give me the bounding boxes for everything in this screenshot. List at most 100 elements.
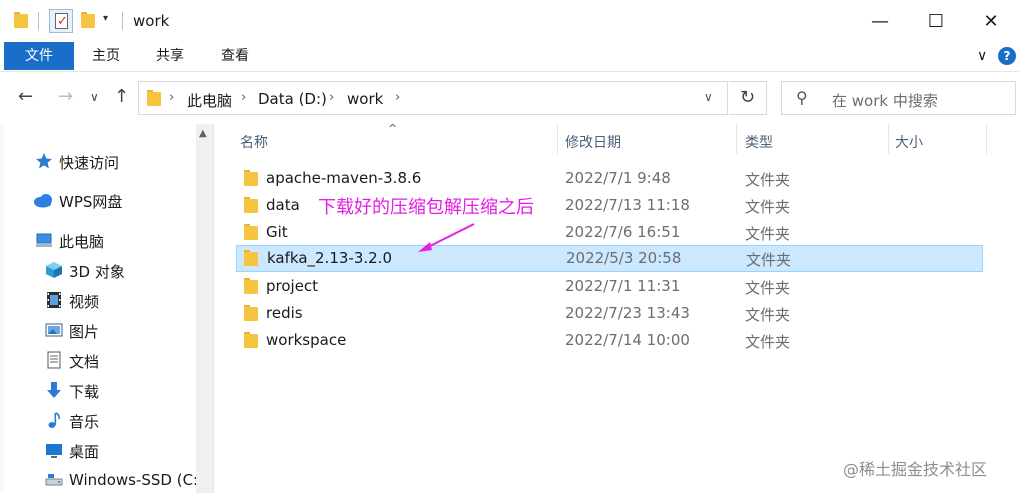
sidebar-item-label: WPS网盘 [59, 193, 123, 211]
sidebar-item-music[interactable]: 音乐 [4, 406, 194, 434]
sort-ascending-icon: ^ [388, 122, 398, 135]
computer-icon [36, 233, 52, 247]
folder-icon [14, 12, 28, 28]
file-name: redis [266, 304, 303, 322]
tab-share[interactable]: 共享 [142, 42, 198, 70]
list-item[interactable]: redis 2022/7/23 13:43 文件夹 [236, 300, 983, 327]
address-dropdown-icon[interactable]: ∨ [704, 90, 713, 104]
address-bar[interactable]: › 此电脑 › Data (D:) › work › ∨ [138, 81, 728, 115]
folder-icon [147, 90, 161, 106]
search-input[interactable]: 在 work 中搜索 [832, 90, 938, 111]
navigation-bar: ← → ∨ ↑ › 此电脑 › Data (D:) › work › ∨ ↻ ⚲… [0, 72, 1019, 124]
ribbon-tabs: 文件 主页 共享 查看 ∨ ? [0, 42, 1019, 72]
sidebar-item-desktop[interactable]: 桌面 [4, 436, 194, 464]
help-icon[interactable]: ? [998, 47, 1016, 65]
sidebar-item-videos[interactable]: 视频 [4, 286, 194, 314]
folder-icon [244, 224, 258, 240]
up-button[interactable]: ↑ [114, 86, 129, 107]
properties-icon[interactable]: ✓ [49, 9, 73, 33]
file-type: 文件夹 [745, 198, 791, 216]
back-button[interactable]: ← [18, 86, 33, 107]
file-modified: 2022/7/23 13:43 [565, 304, 690, 322]
sidebar-item-label: Windows-SSD (C: [69, 471, 199, 489]
column-separator[interactable] [888, 124, 889, 154]
video-icon [47, 292, 61, 308]
list-item[interactable]: apache-maven-3.8.6 2022/7/1 9:48 文件夹 [236, 165, 983, 192]
list-item[interactable]: Git 2022/7/6 16:51 文件夹 [236, 219, 983, 246]
sidebar-item-label: 快速访问 [59, 154, 120, 172]
refresh-button[interactable]: ↻ [729, 81, 767, 115]
folder-icon [244, 332, 258, 348]
annotation-text: 下载好的压缩包解压缩之后 [318, 197, 534, 218]
column-name[interactable]: 名称 [240, 132, 268, 152]
column-modified[interactable]: 修改日期 [565, 132, 621, 152]
file-name: workspace [266, 331, 347, 349]
chevron-right-icon[interactable]: › [329, 90, 334, 105]
column-separator[interactable] [736, 124, 737, 154]
tab-file[interactable]: 文件 [4, 42, 74, 70]
sidebar-item-3d-objects[interactable]: 3D 对象 [4, 256, 194, 284]
sidebar-item-downloads[interactable]: 下载 [4, 376, 194, 404]
search-box[interactable]: ⚲ 在 work 中搜索 [781, 81, 1016, 115]
column-separator[interactable] [986, 124, 987, 154]
folder-icon [244, 250, 258, 266]
music-icon [48, 412, 60, 428]
cloud-icon [34, 194, 52, 208]
file-name: data [266, 196, 300, 214]
sidebar-item-label: 图片 [69, 323, 100, 341]
window-title: work [133, 12, 170, 30]
file-type: 文件夹 [746, 251, 792, 269]
file-type: 文件夹 [745, 279, 791, 297]
sidebar-item-label: 文档 [69, 353, 100, 371]
customize-toolbar-dropdown[interactable]: ▾ [103, 13, 108, 24]
chevron-right-icon[interactable]: › [169, 90, 174, 105]
list-item[interactable]: workspace 2022/7/14 10:00 文件夹 [236, 327, 983, 354]
sidebar-item-quick-access[interactable]: 快速访问 [4, 147, 194, 175]
recent-locations-button[interactable]: ∨ [90, 90, 99, 104]
breadcrumb-work[interactable]: work [347, 90, 383, 108]
new-folder-icon[interactable] [81, 12, 95, 28]
forward-button[interactable]: → [58, 86, 73, 107]
sidebar-item-documents[interactable]: 文档 [4, 346, 194, 374]
tab-view[interactable]: 查看 [207, 42, 263, 70]
list-item[interactable]: project 2022/7/1 11:31 文件夹 [236, 273, 983, 300]
file-modified: 2022/7/6 16:51 [565, 223, 681, 241]
expand-ribbon-icon[interactable]: ∨ [977, 48, 987, 64]
file-type: 文件夹 [745, 333, 791, 351]
nav-pane-scrollbar[interactable]: ▲ [196, 124, 213, 493]
sidebar-item-label: 视频 [69, 293, 100, 311]
tab-home[interactable]: 主页 [78, 42, 134, 70]
column-size[interactable]: 大小 [895, 132, 923, 152]
scroll-up-icon[interactable]: ▲ [199, 128, 207, 139]
title-bar: ✓ ▾ work — ☐ ✕ [0, 0, 1019, 42]
list-item-selected[interactable]: kafka_2.13-3.2.0 2022/5/3 20:58 文件夹 [236, 245, 983, 272]
file-name: kafka_2.13-3.2.0 [267, 249, 392, 267]
desktop-icon [46, 444, 62, 458]
search-icon: ⚲ [796, 88, 808, 107]
file-type: 文件夹 [745, 306, 791, 324]
file-modified: 2022/7/1 9:48 [565, 169, 671, 187]
minimize-button[interactable]: — [852, 0, 908, 42]
chevron-right-icon[interactable]: › [241, 90, 246, 105]
breadcrumb-this-pc[interactable]: 此电脑 [187, 90, 232, 111]
sidebar-item-wps-cloud[interactable]: WPS网盘 [4, 186, 194, 214]
pane-divider[interactable] [213, 124, 214, 493]
maximize-button[interactable]: ☐ [908, 0, 964, 42]
chevron-right-icon[interactable]: › [395, 90, 400, 105]
close-button[interactable]: ✕ [963, 0, 1019, 42]
sidebar-item-pictures[interactable]: 图片 [4, 316, 194, 344]
file-modified: 2022/7/1 11:31 [565, 277, 681, 295]
column-separator[interactable] [557, 124, 558, 154]
cube-icon [46, 262, 62, 278]
file-name: apache-maven-3.8.6 [266, 169, 422, 187]
folder-icon [244, 170, 258, 186]
navigation-pane: 快速访问 WPS网盘 此电脑 3D 对象 视频 图片 文档 下载 音乐 桌面 W… [4, 124, 213, 493]
sidebar-item-windows-ssd[interactable]: Windows-SSD (C: [4, 466, 198, 493]
column-type[interactable]: 类型 [745, 132, 773, 152]
file-type: 文件夹 [745, 225, 791, 243]
annotation-arrow [418, 223, 475, 252]
file-list-header: 名称 修改日期 类型 大小 [214, 124, 1019, 158]
breadcrumb-data-drive[interactable]: Data (D:) [258, 90, 327, 108]
sidebar-item-this-pc[interactable]: 此电脑 [4, 226, 194, 254]
file-type: 文件夹 [745, 171, 791, 189]
